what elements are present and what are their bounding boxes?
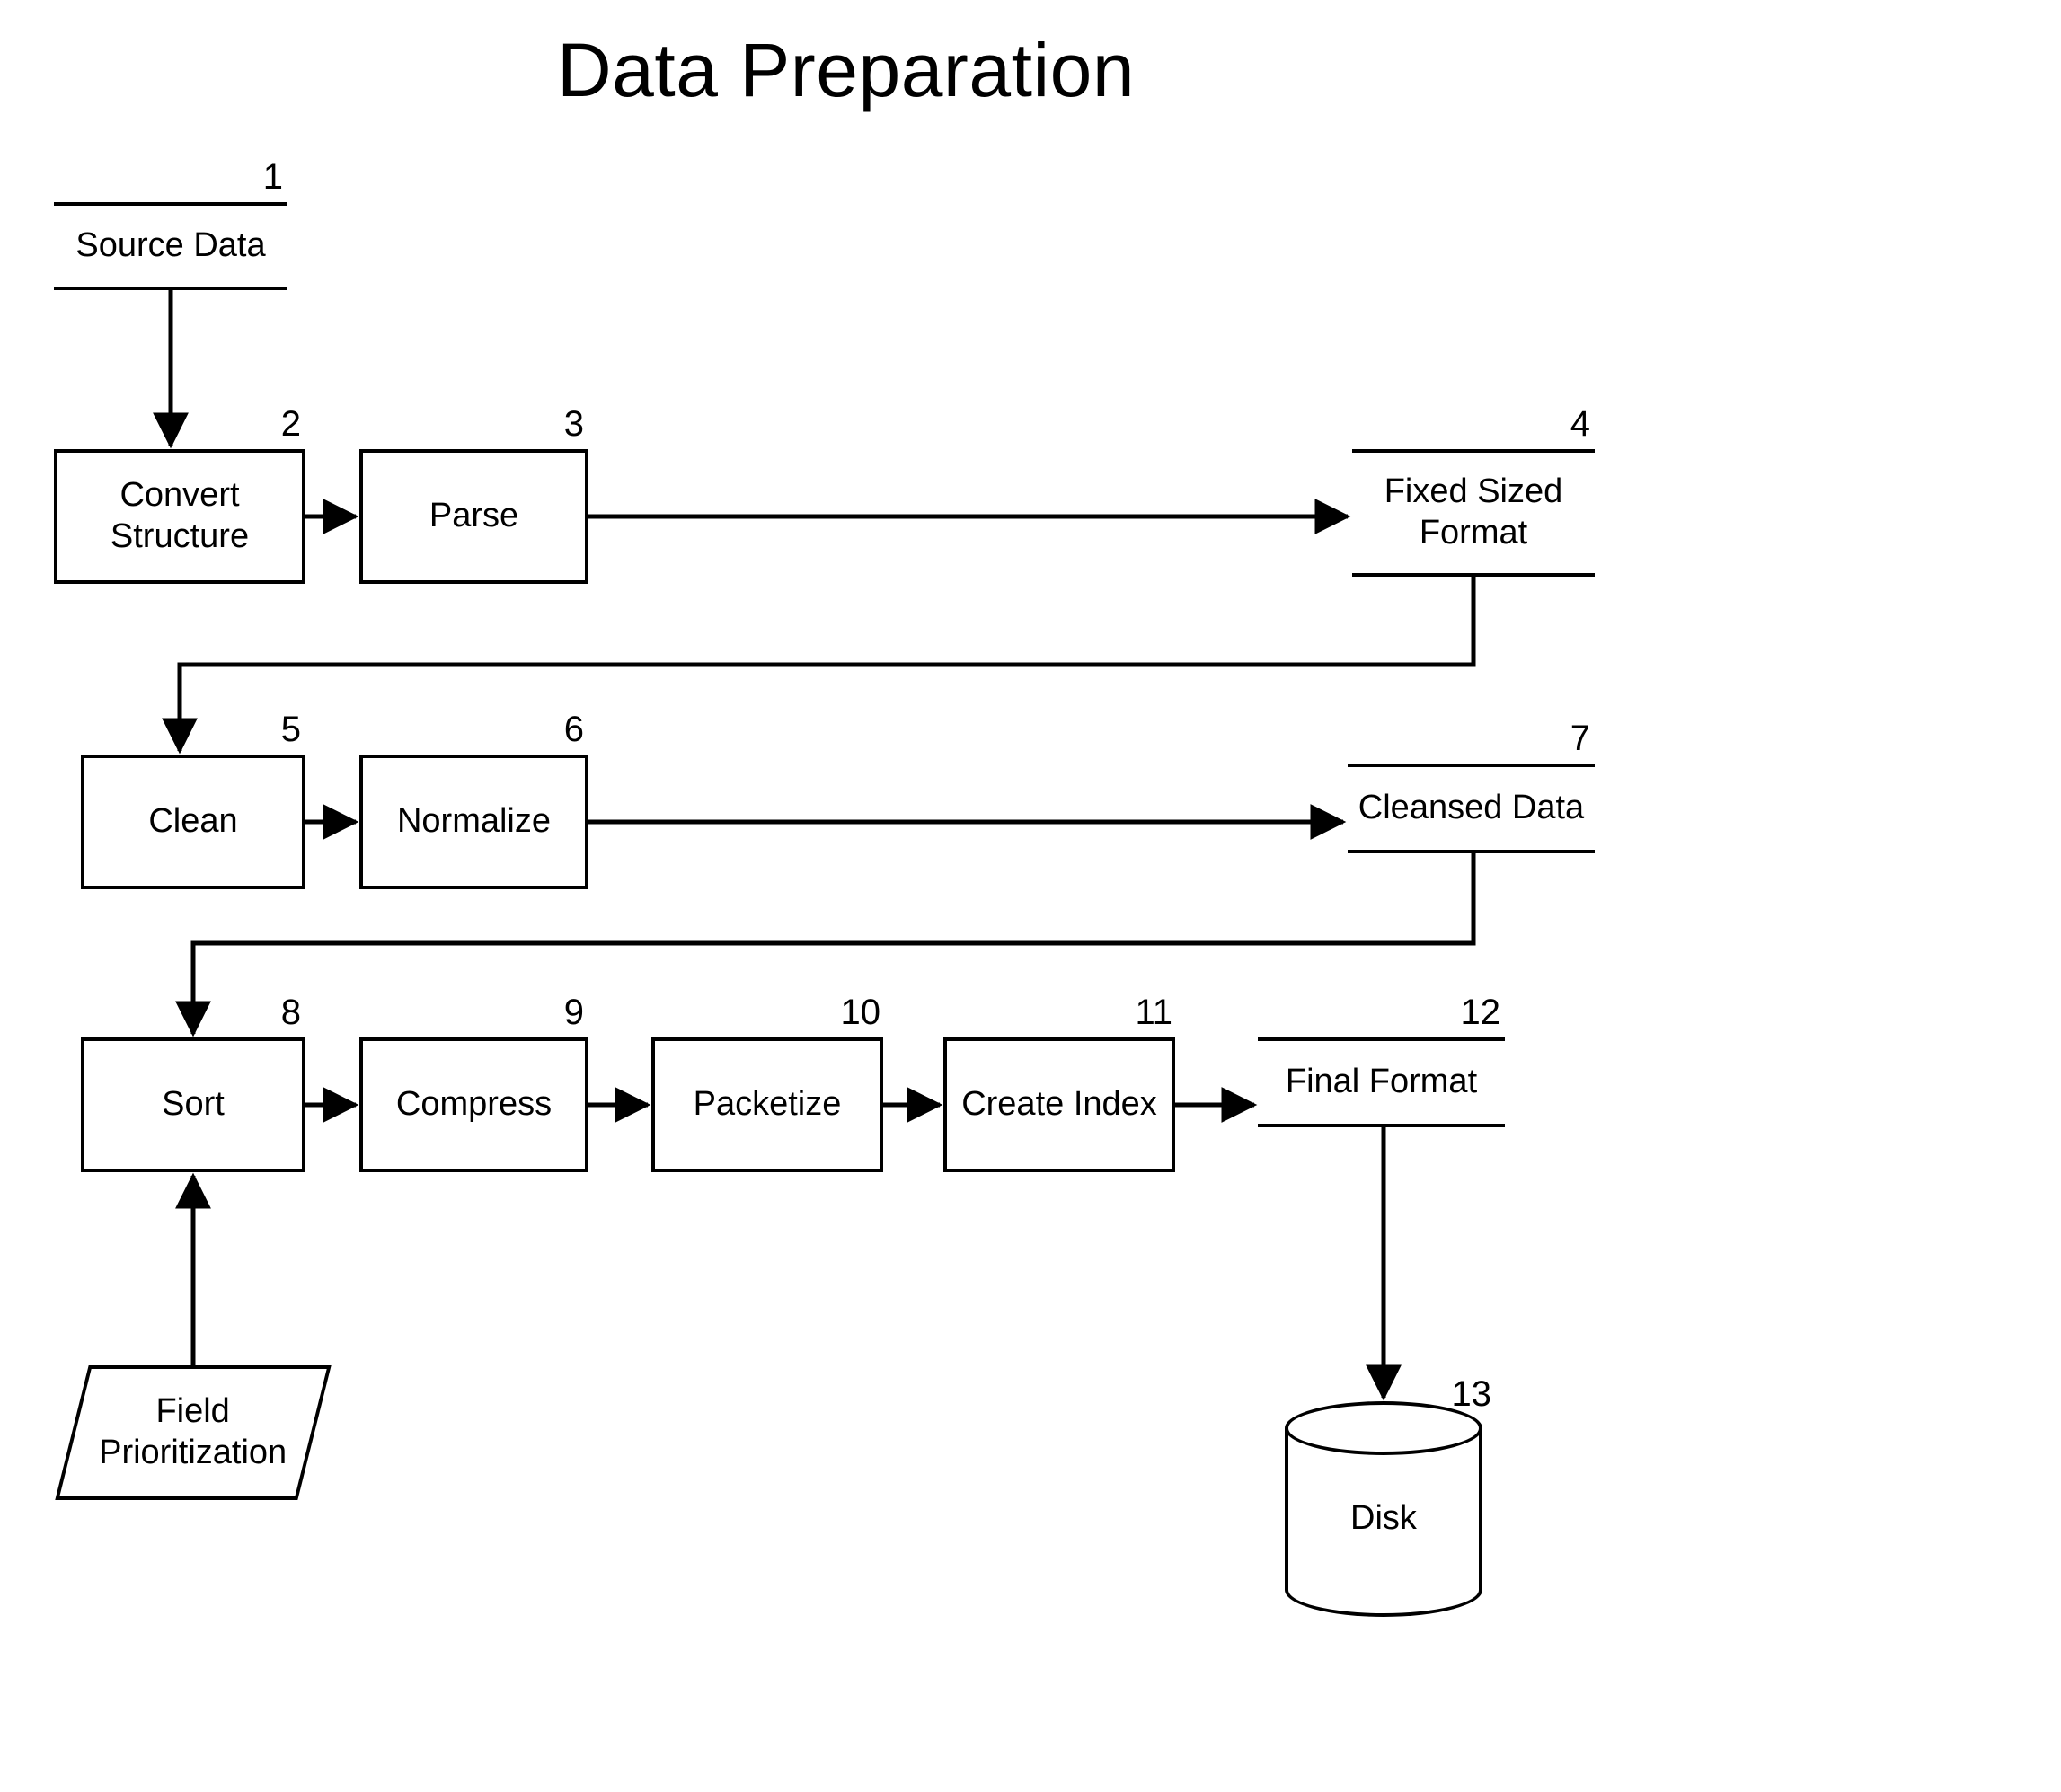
node-convert-structure: Convert Structure: [54, 449, 305, 584]
node-7-number: 7: [1545, 719, 1590, 759]
diagram-title: Data Preparation: [557, 27, 1135, 114]
node-clean: Clean: [81, 755, 305, 889]
node-2-number: 2: [256, 404, 301, 445]
node-disk-label: Disk: [1350, 1499, 1417, 1538]
node-12-number: 12: [1446, 993, 1500, 1033]
node-packetize: Packetize: [651, 1037, 883, 1172]
node-9-number: 9: [539, 993, 584, 1033]
node-parse-label: Parse: [429, 496, 518, 537]
node-parse: Parse: [359, 449, 588, 584]
node-source-data: Source Data: [54, 202, 287, 290]
node-5-number: 5: [256, 710, 301, 750]
cylinder-top-ellipse: [1285, 1401, 1482, 1455]
node-6-number: 6: [539, 710, 584, 750]
connector-arrows: [0, 0, 2061, 1792]
node-packetize-label: Packetize: [694, 1084, 842, 1126]
diagram-canvas: Data Preparation 1 Source Data 2 Convert…: [0, 0, 2061, 1792]
arrow-4-to-5: [180, 577, 1473, 751]
node-fixed-sized-format: Fixed Sized Format: [1352, 449, 1595, 577]
node-source-data-label: Source Data: [75, 225, 265, 267]
node-field-prioritization-label: Field Prioritization: [99, 1391, 287, 1473]
node-create-index-label: Create Index: [961, 1084, 1157, 1126]
node-10-number: 10: [827, 993, 880, 1033]
node-11-number: 11: [1119, 993, 1172, 1033]
node-convert-structure-label: Convert Structure: [65, 475, 295, 557]
node-compress-label: Compress: [396, 1084, 552, 1126]
node-sort-label: Sort: [162, 1084, 225, 1126]
node-create-index: Create Index: [943, 1037, 1175, 1172]
node-cleansed-data: Cleansed Data: [1348, 764, 1595, 853]
node-3-number: 3: [539, 404, 584, 445]
node-sort: Sort: [81, 1037, 305, 1172]
node-cleansed-data-label: Cleansed Data: [1358, 788, 1584, 829]
node-final-format-label: Final Format: [1286, 1062, 1477, 1103]
node-4-number: 4: [1545, 404, 1590, 445]
node-field-prioritization: Field Prioritization: [55, 1365, 331, 1500]
node-normalize-label: Normalize: [397, 801, 551, 843]
node-clean-label: Clean: [148, 801, 237, 843]
node-final-format: Final Format: [1258, 1037, 1505, 1127]
node-fixed-sized-format-label: Fixed Sized Format: [1384, 472, 1563, 553]
node-1-number: 1: [238, 157, 283, 198]
node-compress: Compress: [359, 1037, 588, 1172]
node-disk: Disk: [1285, 1401, 1482, 1617]
node-8-number: 8: [256, 993, 301, 1033]
node-normalize: Normalize: [359, 755, 588, 889]
